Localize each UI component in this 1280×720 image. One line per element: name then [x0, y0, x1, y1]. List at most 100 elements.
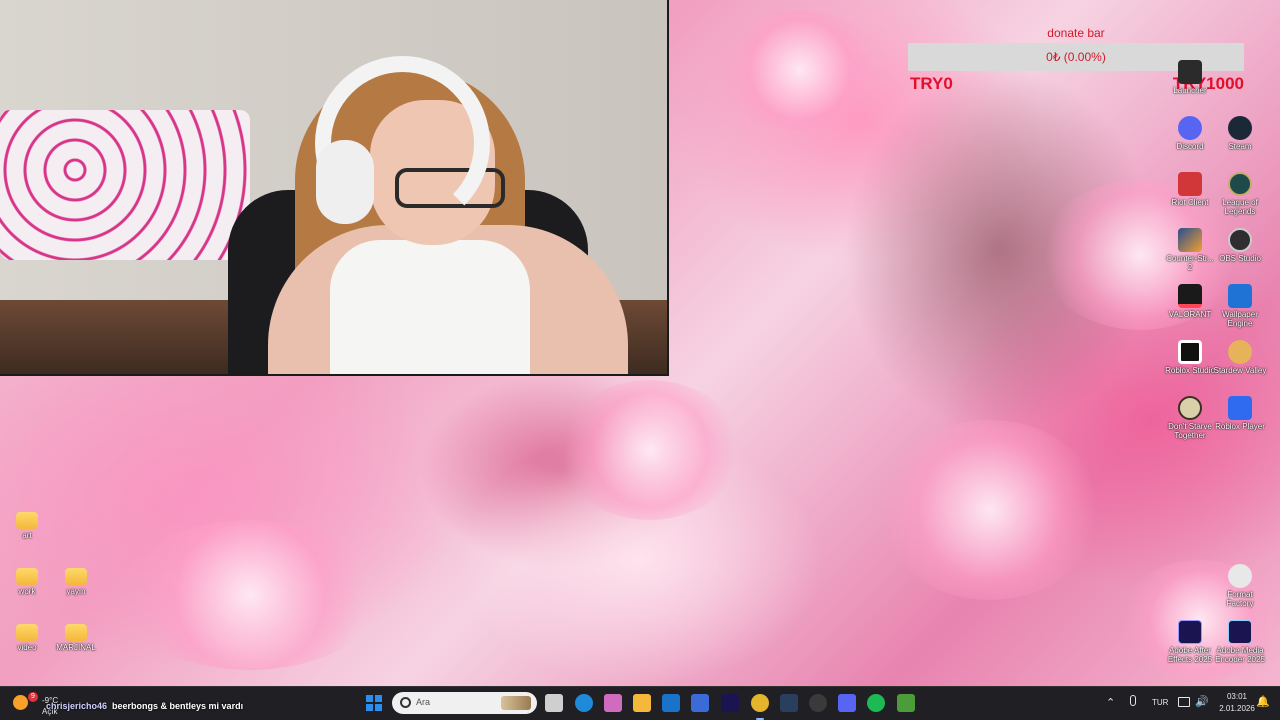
- desktop-icon-label: Counter-Str... 2: [1166, 254, 1214, 272]
- weather-icon: [13, 695, 28, 710]
- chrome-icon[interactable]: [751, 694, 769, 720]
- desktop-icon-label: work: [18, 587, 36, 596]
- outlook-icon[interactable]: [662, 694, 680, 712]
- desktop-icon-league-of-legends[interactable]: League of Legends: [1213, 172, 1267, 216]
- weather-widget[interactable]: 9 -9°C Açık: [8, 691, 58, 717]
- input-language-indicator[interactable]: TUR: [1152, 698, 1168, 707]
- desktop-icon-work[interactable]: work: [0, 564, 54, 596]
- desktop-icon-label: MARJINAL: [56, 643, 96, 652]
- notification-bell-icon[interactable]: 🔔: [1256, 695, 1270, 708]
- desktop-icon-label: video: [17, 643, 37, 652]
- weather-badge: 9: [28, 692, 38, 702]
- wallpaper-engine-icon: [1228, 284, 1252, 308]
- blossom-decoration: [120, 520, 380, 670]
- clock-date[interactable]: 2.01.2026: [1214, 704, 1260, 713]
- network-icon[interactable]: [1178, 697, 1190, 707]
- desktop-icon-art[interactable]: art: [0, 508, 54, 540]
- media-encoder-icon: [1228, 620, 1252, 644]
- desktop-icon-riot-client[interactable]: Riot Client: [1163, 172, 1217, 207]
- spotify-icon[interactable]: [867, 694, 885, 712]
- desktop-icon-wallpaper-engine[interactable]: Wallpaper Engine: [1213, 284, 1267, 328]
- copilot-icon[interactable]: [604, 694, 622, 712]
- folder-icon: [16, 624, 38, 641]
- stardew-valley-icon: [1228, 340, 1252, 364]
- format-factory-icon: [1228, 564, 1252, 588]
- desktop-icon-label: Don't Starve Together: [1168, 422, 1212, 440]
- microphone-icon[interactable]: [1130, 695, 1136, 706]
- taskbar: 9 -9°C Açık chrisjericho46 beerbongs & be…: [0, 686, 1280, 720]
- tray-overflow-chevron-icon[interactable]: ⌃: [1106, 696, 1115, 709]
- dont-starve-icon: [1178, 396, 1202, 420]
- blossom-decoration: [560, 380, 740, 520]
- desktop-icon-label: Adobe After Effects 2025: [1167, 646, 1213, 664]
- desktop-icon-label: VALORANT: [1168, 310, 1212, 319]
- edge-icon[interactable]: [575, 694, 593, 712]
- discord-icon: [1178, 116, 1202, 140]
- desktop-icon-media-encoder[interactable]: Adobe Media Encoder 2025: [1213, 620, 1267, 664]
- webcam-overlay: [0, 0, 669, 376]
- after-effects-icon[interactable]: [721, 694, 739, 712]
- start-button[interactable]: [366, 695, 382, 711]
- clock-time[interactable]: 03:01: [1214, 692, 1260, 701]
- desktop-icon-label: Riot Client: [1171, 198, 1209, 207]
- desktop-icon-roblox-player[interactable]: Roblox Player: [1213, 396, 1267, 431]
- desktop-icon-label: Discord: [1176, 142, 1204, 151]
- blossom-decoration: [720, 10, 880, 130]
- webcam-bed: [0, 110, 250, 260]
- desktop-icon-video[interactable]: video: [0, 620, 54, 652]
- desktop-icon-format-factory[interactable]: Format Factory: [1213, 564, 1267, 608]
- task-view-icon[interactable]: [545, 694, 563, 712]
- obs-studio-icon: [1228, 228, 1252, 252]
- windows-logo-quadrant: [366, 704, 373, 711]
- counter-strike-icon: [1178, 228, 1202, 252]
- desktop-icon-label: Wallpaper Engine: [1222, 310, 1258, 328]
- desktop-icon-launcher[interactable]: Launcher: [1163, 60, 1217, 95]
- launcher-icon: [1178, 60, 1202, 84]
- blossom-decoration: [880, 420, 1100, 600]
- desktop-icon-valorant[interactable]: VALORANT: [1163, 284, 1217, 319]
- chat-username: chrisjericho46: [46, 701, 108, 711]
- chat-message: beerbongs & bentleys mi vardı: [112, 701, 244, 711]
- desktop-icon-dont-starve-together[interactable]: Don't Starve Together: [1163, 396, 1217, 440]
- roblox-studio-icon: [1178, 340, 1202, 364]
- steam-icon[interactable]: [780, 694, 798, 712]
- windows-logo-quadrant: [366, 695, 373, 702]
- desktop-icon-obs-studio[interactable]: OBS Studio: [1213, 228, 1267, 263]
- store-icon[interactable]: [691, 694, 709, 712]
- desktop-icon-after-effects[interactable]: Adobe After Effects 2025: [1163, 620, 1217, 664]
- taskbar-search-box[interactable]: Ara: [392, 692, 537, 714]
- desktop-icon-stardew-valley[interactable]: Stardew Valley: [1213, 340, 1267, 375]
- desktop-icon-steam[interactable]: Steam: [1213, 116, 1267, 151]
- minecraft-icon[interactable]: [897, 694, 915, 712]
- desktop-icon-discord[interactable]: Discord: [1163, 116, 1217, 151]
- volume-icon[interactable]: 🔊: [1195, 695, 1209, 708]
- desktop-icon-roblox-studio[interactable]: Roblox Studio: [1163, 340, 1217, 375]
- windows-logo-quadrant: [375, 704, 382, 711]
- search-placeholder: Ara: [416, 697, 431, 707]
- after-effects-icon: [1178, 620, 1202, 644]
- desktop-icon-yayin[interactable]: yayın: [49, 564, 103, 596]
- desktop-icon-label: yayın: [66, 587, 86, 596]
- roblox-player-icon: [1228, 396, 1252, 420]
- windows-logo-quadrant: [375, 695, 382, 702]
- discord-icon[interactable]: [838, 694, 856, 712]
- league-of-legends-icon: [1228, 172, 1252, 196]
- desktop-icon-marjinal[interactable]: MARJINAL: [49, 620, 103, 652]
- folder-icon: [16, 512, 38, 529]
- desktop-icon-label: Format Factory: [1226, 590, 1254, 608]
- stream-chat-overlay: chrisjericho46 beerbongs & bentleys mi va…: [46, 701, 243, 711]
- donate-bar-title: donate bar: [1047, 26, 1105, 40]
- desktop-icon-counter-strike[interactable]: Counter-Str... 2: [1163, 228, 1217, 272]
- folder-icon: [16, 568, 38, 585]
- steam-icon: [1228, 116, 1252, 140]
- desktop-icon-label: Stardew Valley: [1213, 366, 1267, 375]
- desktop-icon-label: Steam: [1228, 142, 1252, 151]
- obs-icon[interactable]: [809, 694, 827, 712]
- valorant-icon: [1178, 284, 1202, 308]
- folder-icon: [65, 624, 87, 641]
- file-explorer-icon[interactable]: [633, 694, 651, 712]
- desktop-icon-label: Adobe Media Encoder 2025: [1215, 646, 1265, 664]
- desktop-icon-label: art: [22, 531, 32, 540]
- desktop-icon-label: OBS Studio: [1219, 254, 1261, 263]
- donate-bar-min-label: TRY0: [910, 74, 953, 93]
